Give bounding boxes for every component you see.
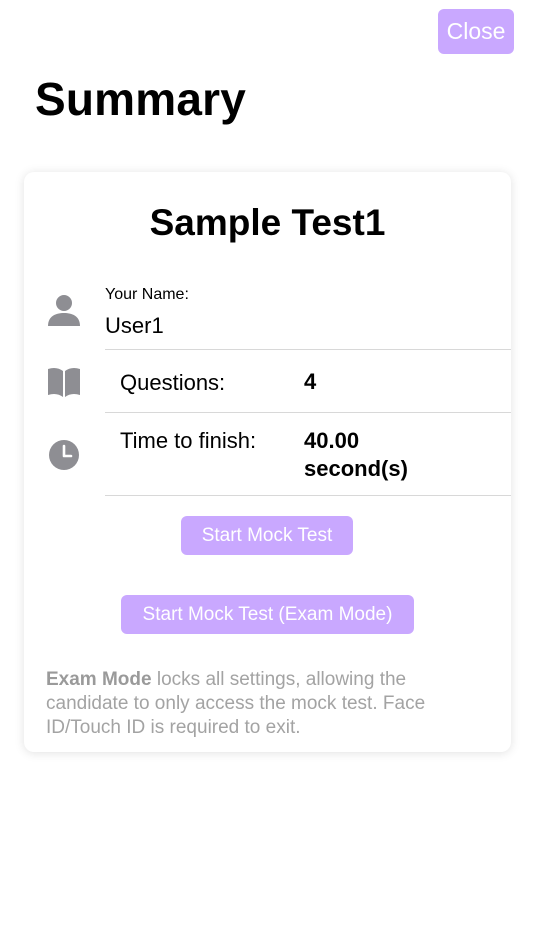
questions-value: 4 <box>304 369 317 394</box>
divider <box>105 412 511 413</box>
time-value-unit: second(s) <box>304 456 408 481</box>
name-label: Your Name: <box>105 286 189 303</box>
start-exam-mode-button[interactable]: Start Mock Test (Exam Mode) <box>121 595 414 634</box>
clock-icon <box>46 437 82 473</box>
close-button[interactable]: Close <box>438 9 514 54</box>
person-icon <box>46 292 82 328</box>
time-value-number: 40.00 <box>304 428 360 453</box>
test-title: Sample Test1 <box>149 202 386 243</box>
start-mock-test-button[interactable]: Start Mock Test <box>181 516 353 555</box>
time-label: Time to finish: <box>120 428 257 453</box>
book-icon <box>46 364 82 400</box>
page-title: Summary <box>35 73 247 125</box>
exam-mode-note-bold: Exam Mode <box>46 669 152 690</box>
time-value: 40.00 second(s) <box>304 427 408 483</box>
divider <box>105 495 511 496</box>
name-value: User1 <box>105 313 164 338</box>
exam-mode-note: Exam Mode locks all settings, allowing t… <box>46 668 486 740</box>
divider <box>105 349 511 350</box>
questions-label: Questions: <box>120 370 226 395</box>
summary-card: Sample Test1 Your Name: User1 Questions:… <box>24 172 511 752</box>
